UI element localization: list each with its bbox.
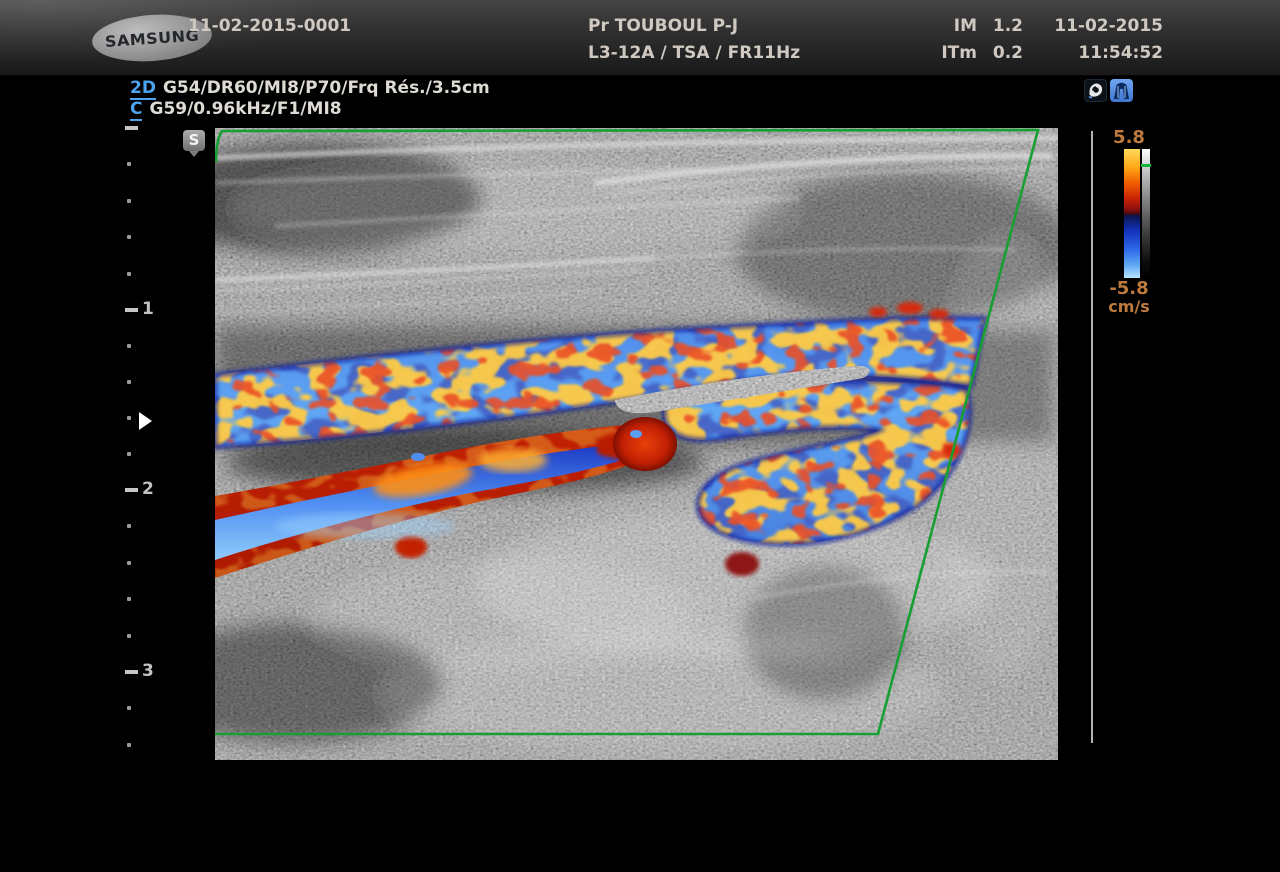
ruler-minor-tick: [127, 344, 131, 348]
datetime-block: 11-02-2015 11:54:52: [1054, 16, 1163, 70]
ruler-major-tick: [125, 308, 138, 312]
param-line-2d: 2D G54/DR60/MI8/P70/Frq Rés./3.5cm: [130, 78, 490, 99]
imaging-parameters: 2D G54/DR60/MI8/P70/Frq Rés./3.5cm C G59/0…: [130, 78, 490, 120]
aliasing-patch: [479, 448, 547, 472]
ruler-minor-tick: [127, 380, 131, 384]
physician-name: Pr TOUBOUL P-J: [588, 16, 738, 36]
bulge-window: [630, 430, 642, 438]
ruler-minor-tick: [127, 524, 131, 528]
ruler-minor-tick: [127, 706, 131, 710]
grayscale-marker-tick: [1141, 164, 1151, 167]
focus-marker-icon[interactable]: [139, 412, 152, 430]
doppler-color-scale: [1124, 149, 1140, 278]
exam-time: 11:54:52: [1054, 43, 1163, 70]
ruler-minor-tick: [127, 597, 131, 601]
probe-preset: L3-12A / TSA / FR11Hz: [588, 43, 800, 63]
settings-color: G59/0.96kHz/F1/MI8: [149, 99, 341, 119]
orientation-badge: S: [183, 130, 205, 151]
probe-icon-glyph: [1085, 80, 1106, 101]
ruler-minor-tick: [127, 634, 131, 638]
param-line-color: C G59/0.96kHz/F1/MI8: [130, 99, 490, 120]
patient-id: 11-02-2015-0001: [188, 16, 351, 36]
ruler-depth-label: 1: [142, 299, 154, 319]
ruler-depth-label: 3: [142, 661, 154, 681]
ultrasound-image: [215, 128, 1058, 760]
core-highlight: [275, 513, 455, 539]
wall-window: [411, 453, 425, 461]
ruler-minor-tick: [127, 561, 131, 565]
ruler-minor-tick: [127, 162, 131, 166]
grayscale-bar: [1142, 149, 1150, 278]
ruler-major-tick: [125, 670, 138, 674]
ruler-minor-tick: [127, 272, 131, 276]
mode-color-label: C: [130, 99, 142, 121]
ruler-minor-tick: [127, 199, 131, 203]
header-bar: SAMSUNG 11-02-2015-0001 Pr TOUBOUL P-J L…: [0, 0, 1280, 76]
tim-label: ITm: [919, 43, 977, 70]
ultrasound-screen: SAMSUNG 11-02-2015-0001 Pr TOUBOUL P-J L…: [0, 0, 1280, 872]
ruler-minor-tick: [127, 743, 131, 747]
ruler-major-tick: [125, 488, 138, 492]
junction-red-bulge: [613, 417, 677, 471]
ultrasound-sonogram: [215, 128, 1058, 760]
settings-2d: G54/DR60/MI8/P70/Frq Rés./3.5cm: [163, 78, 490, 98]
scale-min-velocity: -5.8: [1103, 278, 1155, 299]
tim-value: 0.2: [977, 43, 1023, 70]
ruler-depth-label: 2: [142, 479, 154, 499]
ruler-minor-tick: [127, 452, 131, 456]
body-marker-icon[interactable]: [1110, 79, 1133, 102]
isolated-red-blob: [725, 552, 759, 576]
image-divider-line: [1091, 131, 1093, 743]
scale-unit: cm/s: [1103, 297, 1155, 316]
mi-label: IM: [919, 16, 977, 43]
ruler-major-tick: [125, 126, 138, 130]
vessel2-wall-nub: [395, 536, 427, 558]
exam-date: 11-02-2015: [1054, 16, 1163, 43]
ruler-minor-tick: [127, 235, 131, 239]
ruler-minor-tick: [127, 416, 131, 420]
body-marker-icon-glyph: [1110, 79, 1133, 102]
mi-value: 1.2: [977, 16, 1023, 43]
samsung-logo-text: SAMSUNG: [104, 26, 199, 51]
scale-max-velocity: 5.8: [1103, 127, 1155, 148]
acoustic-indices: IM 1.2 ITm 0.2: [905, 16, 1023, 70]
probe-icon[interactable]: [1084, 79, 1107, 102]
mode-2d-label: 2D: [130, 78, 156, 100]
